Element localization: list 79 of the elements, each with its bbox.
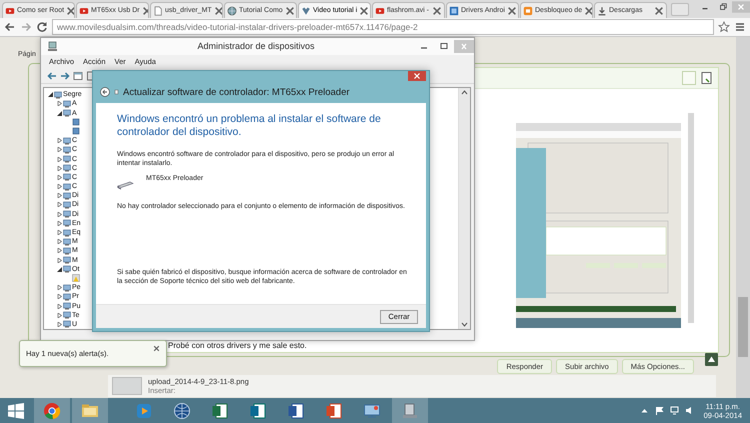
video-favicon-icon (79, 6, 89, 16)
folder-app-icon (81, 402, 99, 420)
reload-icon[interactable] (36, 21, 48, 33)
close-icon[interactable] (584, 6, 592, 16)
expand-triangle-icon[interactable] (57, 322, 62, 327)
document-icon[interactable] (700, 71, 714, 85)
close-icon[interactable] (506, 6, 517, 16)
expand-triangle-icon[interactable] (57, 147, 62, 152)
usb-device-icon (114, 87, 119, 97)
collapse-triangle-icon[interactable] (57, 110, 62, 116)
devices-app-icon (401, 402, 419, 420)
dialog-title: Actualizar software de controlador: MT65xx Preloader (123, 86, 350, 98)
computer-icon (47, 40, 58, 52)
expand-triangle-icon[interactable] (57, 258, 62, 263)
device-icon (117, 180, 134, 190)
window-title: Administrador de dispositivos (196, 41, 316, 52)
window-icon[interactable] (73, 70, 83, 81)
site-favicon-icon (449, 6, 459, 16)
speaker-icon[interactable] (684, 406, 694, 415)
collapse-triangle-icon[interactable] (57, 266, 62, 272)
expand-triangle-icon[interactable] (57, 138, 62, 144)
dialog-heading: Windows encontró un problema al instalar el software de controlador del dispositivo. (117, 113, 382, 138)
menu-icon[interactable] (734, 21, 746, 33)
expand-triangle-icon[interactable] (57, 193, 62, 198)
excel-app-icon (211, 402, 229, 420)
scroll-up-icon[interactable] (705, 353, 718, 366)
expand-triangle-icon[interactable] (57, 294, 62, 300)
flag-icon[interactable] (654, 406, 664, 415)
taskbar-app-button[interactable] (392, 398, 428, 423)
network-app-icon (363, 402, 381, 420)
address-field[interactable]: www.movilesdualsim.com/threads/video-tutorial-instalar-drivers-preloader-mt657x.11476/page-2 (52, 19, 714, 35)
back-arrow-icon[interactable] (4, 21, 16, 33)
network-icon[interactable] (670, 406, 679, 415)
site-favicon-icon (301, 6, 311, 16)
post-text: Probé con otros drivers y me sale esto. (167, 341, 307, 350)
expand-triangle-icon[interactable] (57, 230, 62, 236)
back-arrow-icon[interactable] (100, 87, 110, 97)
page-scrollbar[interactable] (736, 37, 750, 398)
collapse-triangle-icon[interactable] (48, 92, 53, 98)
expand-triangle-icon[interactable] (57, 184, 62, 190)
chrome-app-icon (43, 402, 61, 420)
windows-logo-icon[interactable] (8, 402, 24, 418)
video-favicon-icon (375, 6, 385, 16)
site-favicon-icon (227, 6, 237, 16)
site-favicon-icon (153, 6, 163, 16)
image-thumbnail (112, 377, 142, 395)
expand-triangle-icon[interactable] (57, 166, 62, 171)
powerpoint-app-icon (325, 402, 343, 420)
expand-triangle-icon[interactable] (57, 212, 62, 217)
expand-triangle-icon[interactable] (57, 220, 62, 226)
expand-triangle-icon[interactable] (57, 248, 62, 254)
expand-triangle-icon[interactable] (57, 156, 62, 162)
close-icon[interactable] (654, 6, 664, 16)
expand-triangle-icon[interactable] (57, 285, 62, 290)
word-app-icon (287, 402, 305, 420)
close-icon[interactable] (214, 6, 222, 16)
expand-triangle-icon[interactable] (57, 101, 62, 106)
close-icon[interactable] (153, 345, 160, 352)
expand-triangle-icon[interactable] (57, 312, 62, 318)
close-icon[interactable] (284, 6, 295, 16)
close-icon[interactable] (432, 6, 442, 16)
expand-triangle-icon[interactable] (57, 174, 62, 180)
publisher-app-icon (249, 402, 267, 420)
expand-triangle-icon[interactable] (57, 202, 62, 208)
close-icon[interactable] (359, 6, 370, 16)
globe-app-icon (173, 402, 191, 420)
scrollbar[interactable] (458, 88, 470, 329)
star-icon[interactable] (718, 21, 730, 33)
expand-triangle-icon[interactable] (57, 304, 62, 309)
media-app-icon (135, 402, 153, 420)
close-icon (414, 73, 420, 79)
download-icon (597, 6, 607, 16)
forward-arrow-icon[interactable] (60, 70, 70, 81)
close-icon[interactable] (66, 6, 74, 16)
expand-triangle-icon[interactable] (57, 239, 62, 244)
back-arrow-icon[interactable] (47, 70, 57, 81)
site-favicon-icon (523, 6, 533, 16)
video-favicon-icon (5, 6, 15, 16)
close-button[interactable] (408, 71, 426, 81)
